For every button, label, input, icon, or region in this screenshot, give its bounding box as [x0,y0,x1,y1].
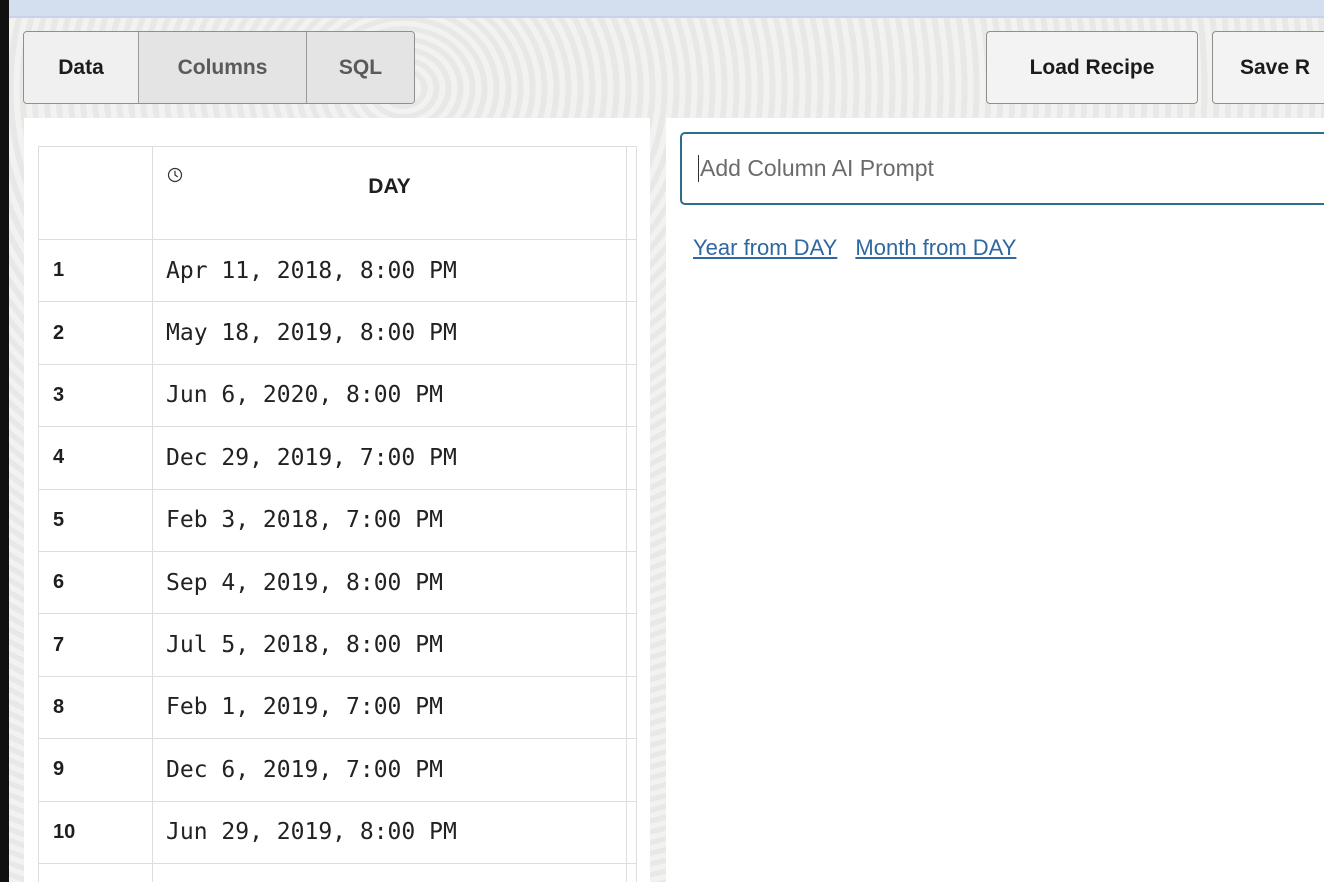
day-cell[interactable]: Apr 11, 2018, 8:00 PM [152,238,627,303]
table-edge-cell [626,146,637,240]
index-column-header [38,146,153,240]
table-edge-cell [626,426,637,490]
day-cell[interactable]: Jul 5, 2018, 8:00 PM [152,613,627,677]
row-index: 3 [38,363,153,428]
table-edge-cell [626,550,637,615]
column-ai-prompt-input[interactable] [680,132,1324,205]
day-cell[interactable]: Feb 1, 2019, 7:00 PM [152,675,627,740]
suggestion-year-from-day[interactable]: Year from DAY [693,235,837,260]
view-tabs: Data Columns SQL [23,31,415,104]
column-name: DAY [368,175,411,198]
suggestion-links: Year from DAY Month from DAY [693,235,1028,261]
tab-columns[interactable]: Columns [139,32,307,103]
tab-data[interactable]: Data [24,32,139,103]
table-row[interactable]: 1 Apr 11, 2018, 8:00 PM [38,238,637,303]
table-edge-cell [626,613,637,677]
table-edge-cell [626,800,637,864]
table-header-row: DAY [38,146,637,240]
day-cell[interactable]: Jun 6, 2020, 8:00 PM [152,363,627,428]
row-index [38,862,153,882]
day-cell[interactable]: Dec 6, 2019, 7:00 PM [152,738,627,802]
day-column-header[interactable]: DAY [152,146,627,240]
table-row[interactable]: 4 Dec 29, 2019, 7:00 PM [38,426,637,490]
table-row[interactable]: 6 Sep 4, 2019, 8:00 PM [38,550,637,615]
table-edge-cell [626,488,637,552]
suggestion-month-from-day[interactable]: Month from DAY [855,235,1016,260]
save-recipe-button[interactable]: Save R [1212,31,1324,104]
column-ai-panel: Year from DAY Month from DAY [666,118,1324,882]
text-caret [698,155,699,182]
row-index: 8 [38,675,153,740]
row-index: 5 [38,488,153,552]
app-frame: Data Columns SQL Load Recipe Save R DAY [0,0,1324,882]
table-edge-cell [626,238,637,303]
row-index: 1 [38,238,153,303]
day-cell[interactable] [152,862,627,882]
row-index: 6 [38,550,153,615]
table-row[interactable] [38,862,637,882]
load-recipe-button[interactable]: Load Recipe [986,31,1198,104]
data-table-panel: DAY 1 Apr 11, 2018, 8:00 PM 2 May 18, 2019,… [24,118,650,882]
row-index: 4 [38,426,153,490]
row-index: 7 [38,613,153,677]
day-cell[interactable]: Dec 29, 2019, 7:00 PM [152,426,627,490]
row-index: 2 [38,301,153,365]
tab-sql[interactable]: SQL [307,32,414,103]
table-edge-cell [626,301,637,365]
table-row[interactable]: 5 Feb 3, 2018, 7:00 PM [38,488,637,552]
table-row[interactable]: 9 Dec 6, 2019, 7:00 PM [38,738,637,802]
day-cell[interactable]: Feb 3, 2018, 7:00 PM [152,488,627,552]
table-row[interactable]: 8 Feb 1, 2019, 7:00 PM [38,675,637,740]
row-index: 9 [38,738,153,802]
table-edge-cell [626,675,637,740]
table-edge-cell [626,862,637,882]
table-row[interactable]: 2 May 18, 2019, 8:00 PM [38,301,637,365]
table-edge-cell [626,363,637,428]
day-cell[interactable]: May 18, 2019, 8:00 PM [152,301,627,365]
day-cell[interactable]: Sep 4, 2019, 8:00 PM [152,550,627,615]
data-table: DAY 1 Apr 11, 2018, 8:00 PM 2 May 18, 2019,… [38,146,637,882]
table-row[interactable]: 7 Jul 5, 2018, 8:00 PM [38,613,637,677]
table-row[interactable]: 3 Jun 6, 2020, 8:00 PM [38,363,637,428]
table-row[interactable]: 10 Jun 29, 2019, 8:00 PM [38,800,637,864]
top-accent-bar [9,0,1324,18]
day-cell[interactable]: Jun 29, 2019, 8:00 PM [152,800,627,864]
row-index: 10 [38,800,153,864]
table-edge-cell [626,738,637,802]
